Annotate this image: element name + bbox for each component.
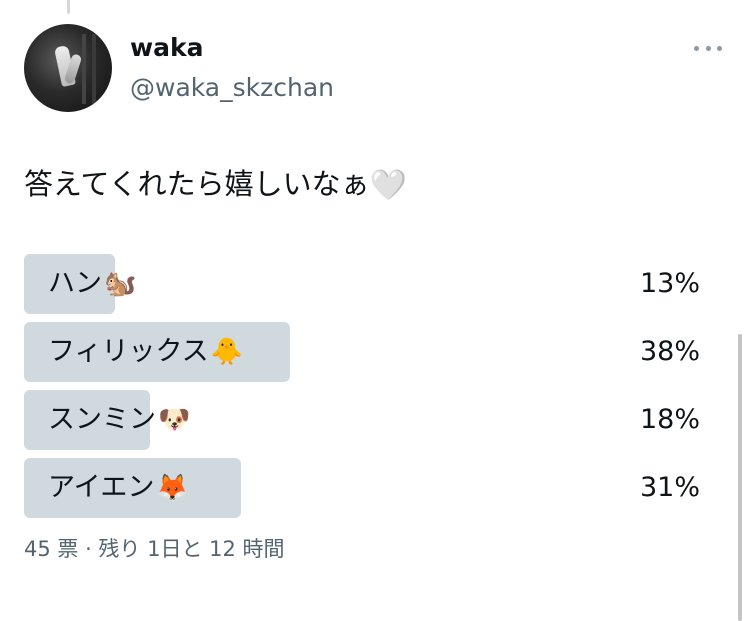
poll-option[interactable]: スンミン🐶 18%: [24, 390, 704, 450]
white-heart-icon: 🤍: [369, 168, 408, 203]
poll-option[interactable]: アイエン🦊 31%: [24, 458, 704, 518]
poll-option-label: スンミン🐶: [48, 390, 190, 450]
poll-option-percent: 18%: [639, 404, 700, 435]
poll-option-percent: 31%: [639, 472, 700, 503]
user-handle[interactable]: @waka_skzchan: [130, 72, 334, 104]
poll-option-text: フィリックス: [48, 336, 209, 367]
tweet-text: 答えてくれたら嬉しいなぁ🤍: [24, 164, 407, 206]
poll-option-label: フィリックス🐥: [48, 322, 243, 382]
poll-vote-count-and-time-left: 45 票 · 残り 1日と 12 時間: [24, 537, 285, 561]
poll-option-text: アイエン: [48, 472, 155, 503]
tweet-header: waka @waka_skzchan: [24, 24, 724, 116]
dog-icon: 🐶: [158, 405, 191, 435]
scrollbar[interactable]: [738, 334, 742, 621]
poll-option-percent: 13%: [639, 268, 700, 299]
poll-option[interactable]: ハン🐿️ 13%: [24, 254, 704, 314]
display-name[interactable]: waka: [130, 32, 203, 64]
dot: [694, 45, 699, 51]
dot: [705, 45, 711, 51]
poll-option-percent: 38%: [639, 336, 700, 367]
thread-connector-line: [67, 0, 70, 14]
poll-option-label: アイエン🦊: [48, 458, 189, 518]
chick-icon: 🐥: [210, 337, 244, 367]
poll-option-text: スンミン: [48, 404, 156, 435]
avatar-background: [82, 34, 86, 104]
poll-option-label: ハン🐿️: [48, 254, 136, 314]
chipmunk-icon: 🐿️: [104, 269, 137, 299]
dot: [717, 45, 722, 51]
more-horizontal-icon[interactable]: [694, 38, 722, 58]
poll: ハン🐿️ 13% フィリックス🐥 38% スンミン🐶 18% アイエン🦊 31%: [24, 254, 704, 526]
poll-option[interactable]: フィリックス🐥 38%: [24, 322, 704, 382]
avatar[interactable]: [24, 24, 112, 112]
fox-icon: 🦊: [156, 473, 189, 503]
poll-option-text: ハン: [48, 268, 102, 299]
tweet-text-body: 答えてくれたら嬉しいなぁ: [24, 167, 370, 201]
